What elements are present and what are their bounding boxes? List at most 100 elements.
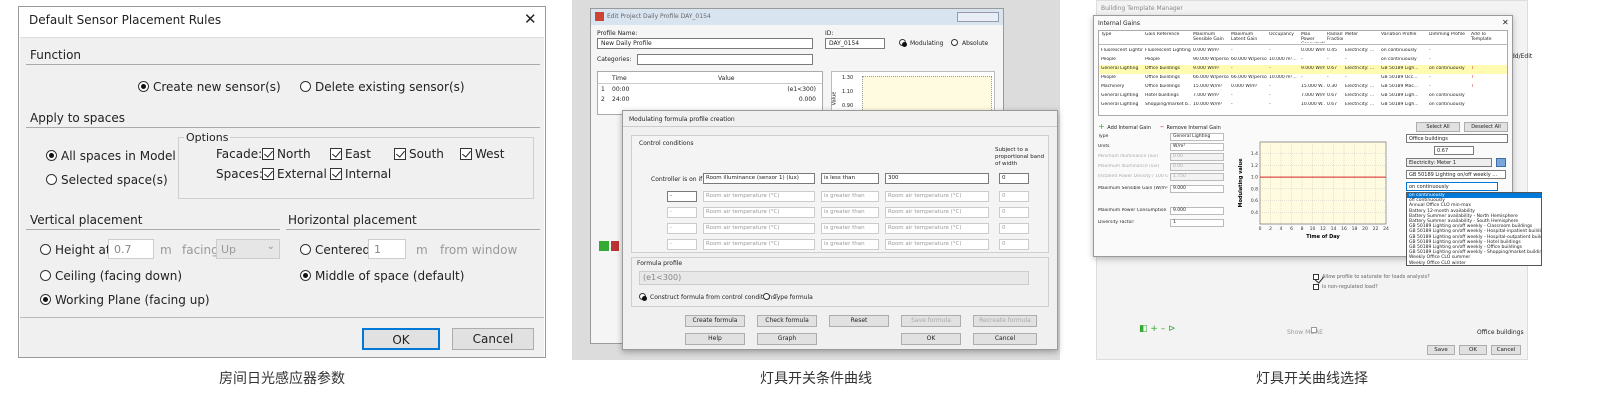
cond-var-select[interactable]: Room illuminance (sensor 1) (lux) bbox=[703, 173, 815, 184]
cancel-button[interactable]: Cancel bbox=[1491, 345, 1521, 355]
save-formula-button[interactable]: Save formula bbox=[901, 315, 961, 327]
cond-var-select[interactable]: Room air temperature (°C) bbox=[703, 191, 815, 202]
property-value[interactable]: General Lighting bbox=[1170, 133, 1224, 141]
internal-checkbox[interactable]: Internal bbox=[330, 167, 391, 181]
cancel-button[interactable]: Cancel bbox=[452, 328, 534, 350]
centered-radio[interactable]: Centered bbox=[300, 243, 370, 257]
column-header[interactable]: Occupancy bbox=[1269, 32, 1299, 43]
add-row-icon[interactable] bbox=[599, 241, 609, 251]
cond-val-select[interactable]: 300 bbox=[885, 173, 989, 184]
close-icon[interactable]: ✕ bbox=[524, 10, 537, 28]
cond-band-input[interactable]: 0 bbox=[999, 207, 1029, 218]
all-spaces-radio[interactable]: All spaces in Model bbox=[46, 149, 176, 163]
cond-val-select[interactable]: Room air temperature (°C) bbox=[885, 239, 989, 250]
dimming-dropdown[interactable]: on continuously off continuously Annual Of… bbox=[1406, 192, 1542, 266]
profile-select[interactable]: GB 50189 Lighting on/off weekly ... bbox=[1406, 170, 1506, 179]
remove-gain-button[interactable]: – Remove Internal Gain bbox=[1160, 122, 1221, 133]
profile-name-input[interactable]: New Daily Profile bbox=[597, 38, 813, 49]
north-checkbox[interactable]: North bbox=[262, 147, 311, 161]
column-header[interactable]: Type bbox=[1101, 32, 1143, 43]
column-header[interactable]: Gain Reference bbox=[1145, 32, 1191, 43]
construct-radio[interactable]: Construct formula from control condition… bbox=[639, 293, 775, 302]
dropdown-option[interactable]: Weekly Office CLO winter bbox=[1407, 261, 1541, 265]
create-new-radio[interactable]: Create new sensor(s) bbox=[138, 80, 281, 94]
check-formula-button[interactable]: Check formula bbox=[757, 315, 817, 327]
window-controls[interactable] bbox=[957, 12, 999, 22]
id-input[interactable]: DAY_0154 bbox=[825, 38, 885, 49]
property-value[interactable]: 1 bbox=[1170, 219, 1224, 227]
cond-val-select[interactable]: Room air temperature (°C) bbox=[885, 207, 989, 218]
height-at-radio[interactable]: Height at bbox=[40, 243, 111, 257]
east-checkbox[interactable]: East bbox=[330, 147, 371, 161]
deselect-all-button[interactable]: Deselect All bbox=[1464, 122, 1508, 132]
reset-button[interactable]: Reset bbox=[829, 315, 889, 327]
formula-input[interactable]: (e1<300) bbox=[639, 271, 1029, 285]
centered-input[interactable]: 1 bbox=[368, 239, 406, 259]
table-row[interactable]: General Lighting Office buildings 9.000 W/… bbox=[1099, 65, 1507, 74]
cond-op-select[interactable]: is greater than bbox=[821, 207, 879, 218]
fraction-field[interactable]: 0.67 bbox=[1434, 146, 1474, 155]
cond-op-select[interactable]: is greater than bbox=[821, 191, 879, 202]
cond-var-select[interactable]: Room air temperature (°C) bbox=[703, 223, 815, 234]
dimming-select[interactable]: on continuously bbox=[1406, 182, 1498, 191]
table-row[interactable]: Machinery Office buildings 15.000 W/m² 0.00… bbox=[1099, 83, 1507, 92]
cond-var-select[interactable]: Room air temperature (°C) bbox=[703, 207, 815, 218]
absolute-radio[interactable]: Absolute bbox=[951, 39, 988, 48]
non-regulated-checkbox[interactable]: Is non-regulated load? bbox=[1313, 283, 1378, 292]
cond-band-input[interactable]: 0 bbox=[999, 173, 1029, 184]
save-button[interactable]: Save bbox=[1427, 345, 1455, 355]
select-all-button[interactable]: Select All bbox=[1416, 122, 1460, 132]
west-checkbox[interactable]: West bbox=[460, 147, 505, 161]
table-row[interactable]: Fluorescent Lighting Fluorescent Lighting… bbox=[1099, 47, 1507, 56]
working-plane-radio[interactable]: Working Plane (facing up) bbox=[40, 293, 210, 307]
cond-op-select[interactable]: is greater than bbox=[821, 239, 879, 250]
side-tab[interactable]: dd/Edit bbox=[1511, 53, 1532, 60]
create-formula-button[interactable]: Create formula bbox=[685, 315, 745, 327]
property-value[interactable]: 9.000 bbox=[1170, 207, 1224, 215]
ok-button[interactable]: OK bbox=[901, 333, 961, 345]
column-header[interactable]: Maximum Sensible Gain bbox=[1193, 32, 1229, 43]
selected-spaces-radio[interactable]: Selected space(s) bbox=[46, 173, 168, 187]
external-checkbox[interactable]: External bbox=[262, 167, 327, 181]
graph-button[interactable]: Graph bbox=[757, 333, 817, 345]
cond-logic-select[interactable]: - bbox=[667, 207, 697, 218]
property-value[interactable]: 0.00 bbox=[1170, 153, 1224, 161]
delete-row-icon[interactable] bbox=[611, 241, 619, 251]
close-icon[interactable]: ✕ bbox=[1502, 18, 1509, 27]
south-checkbox[interactable]: South bbox=[394, 147, 444, 161]
height-input[interactable]: 0.7 bbox=[108, 239, 154, 259]
delete-existing-radio[interactable]: Delete existing sensor(s) bbox=[300, 80, 465, 94]
cond-val-select[interactable]: Room air temperature (°C) bbox=[885, 223, 989, 234]
middle-radio[interactable]: Middle of space (default) bbox=[300, 269, 464, 283]
column-header[interactable]: Meter bbox=[1345, 32, 1379, 43]
cond-band-input[interactable]: 0 bbox=[999, 223, 1029, 234]
column-header[interactable]: Dimming Profile bbox=[1429, 32, 1469, 43]
cond-op-select[interactable]: is less than bbox=[821, 173, 879, 184]
toolbar-icons[interactable]: ◧ + – ⊳ bbox=[1139, 325, 1176, 334]
cond-op-select[interactable]: is greater than bbox=[821, 223, 879, 234]
column-header[interactable]: Variation Profile bbox=[1381, 32, 1427, 43]
column-header[interactable]: Add To Template bbox=[1471, 32, 1507, 43]
cond-band-input[interactable]: 0 bbox=[999, 239, 1029, 250]
show-more-checkbox[interactable] bbox=[1311, 327, 1317, 333]
property-value[interactable]: W/m² bbox=[1170, 143, 1224, 151]
cancel-button[interactable]: Cancel bbox=[973, 333, 1037, 345]
cond-logic-select[interactable]: - bbox=[667, 223, 697, 234]
ok-button[interactable]: OK bbox=[1459, 345, 1487, 355]
allow-profile-checkbox[interactable]: Allow profile to saturate for loads anal… bbox=[1313, 273, 1430, 282]
categories-select[interactable] bbox=[637, 54, 813, 65]
cond-var-select[interactable]: Room air temperature (°C) bbox=[703, 239, 815, 250]
property-value[interactable]: 1.750 bbox=[1170, 173, 1224, 181]
type-formula-radio[interactable]: Type formula bbox=[763, 293, 813, 302]
dropdown-option[interactable]: GB 50189 Lighting on/off weekly - Hospit… bbox=[1407, 229, 1541, 234]
ok-button[interactable]: OK bbox=[362, 328, 440, 350]
meter-button[interactable] bbox=[1496, 158, 1506, 167]
ref-field[interactable]: Office buildings bbox=[1406, 134, 1508, 143]
cond-logic-select[interactable]: - bbox=[667, 191, 697, 202]
modulating-radio[interactable]: Modulating bbox=[899, 39, 943, 48]
recreate-formula-button[interactable]: Recreate formula bbox=[973, 315, 1037, 327]
property-value[interactable]: 9.000 bbox=[1170, 185, 1224, 193]
cond-logic-select[interactable]: - bbox=[667, 239, 697, 250]
meter-field[interactable]: Electricity: Meter 1 bbox=[1406, 158, 1492, 167]
cond-band-input[interactable]: 0 bbox=[999, 191, 1029, 202]
